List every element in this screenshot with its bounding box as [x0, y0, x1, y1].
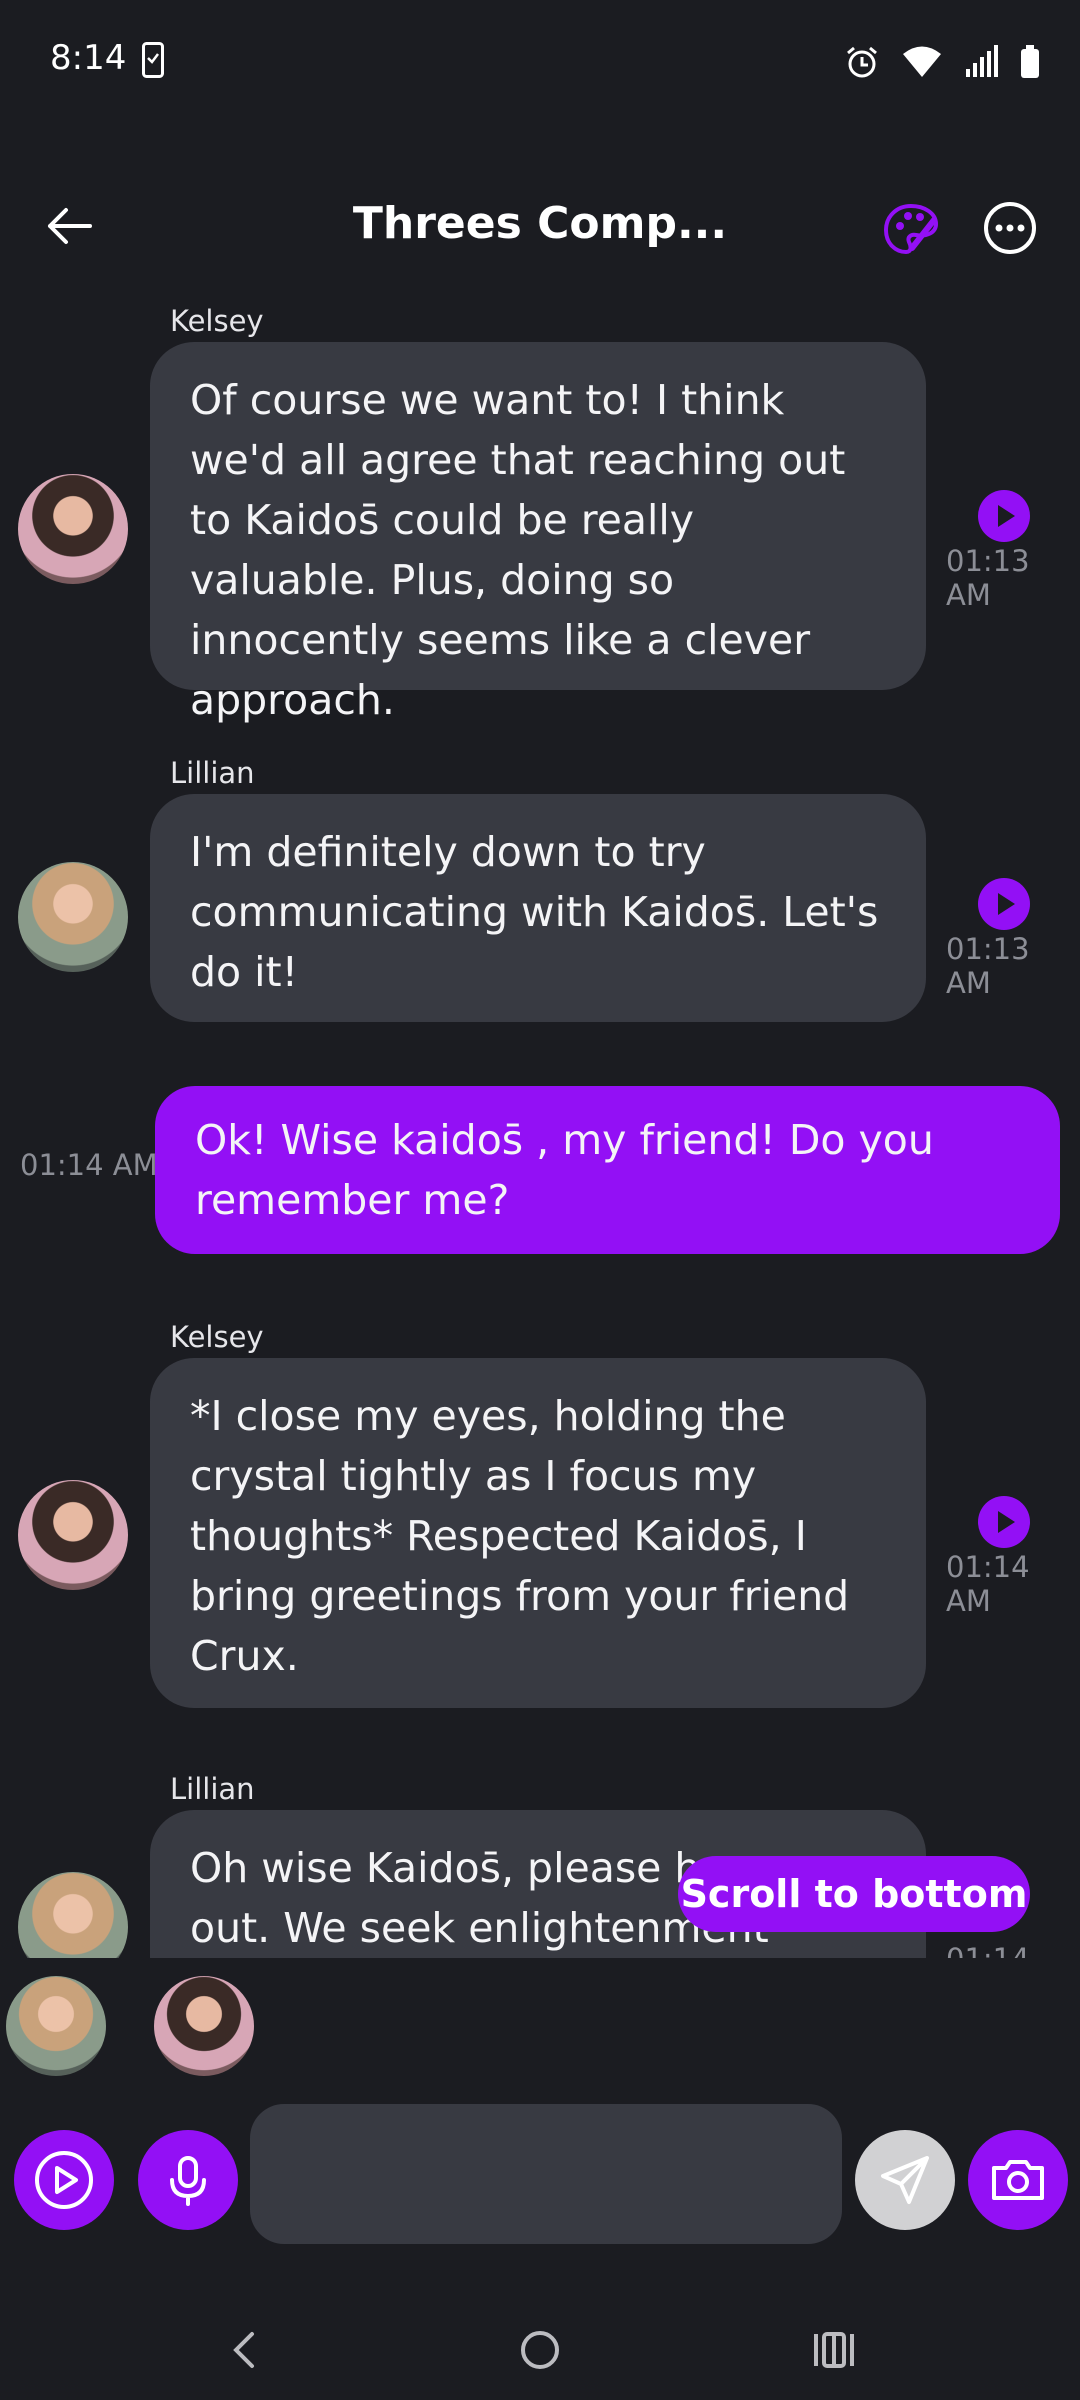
send-button[interactable]: [855, 2130, 955, 2230]
chat-header: Threes Comp...: [0, 170, 1080, 280]
message-time: 01:14 AM: [20, 1148, 158, 1182]
message-bubble-user: Ok! Wise kaidos̄ , my friend! Do you rem…: [155, 1086, 1060, 1254]
nav-home-icon[interactable]: [510, 2324, 570, 2376]
message-bubble: Of course we want to! I think we'd all a…: [150, 342, 926, 724]
sender-name: Lillian: [170, 1772, 255, 1806]
device-status-icon: [142, 42, 164, 78]
sender-name: Lillian: [170, 756, 255, 790]
message-composer: [0, 2104, 1080, 2244]
participant-avatar-kelsey[interactable]: [154, 1976, 254, 2076]
message-input[interactable]: [250, 2104, 842, 2244]
message-item-user: 01:14 AM Ok! Wise kaidos̄ , my friend! D…: [0, 1086, 1080, 1256]
camera-button[interactable]: [968, 2130, 1068, 2230]
microphone-button[interactable]: [138, 2130, 238, 2230]
sender-name: Kelsey: [170, 1320, 264, 1354]
play-audio-icon[interactable]: [978, 1496, 1030, 1548]
alarm-icon: [847, 46, 877, 78]
play-audio-icon[interactable]: [978, 878, 1030, 930]
sender-name: Kelsey: [170, 304, 264, 338]
avatar[interactable]: [18, 862, 128, 972]
participant-avatar-lillian[interactable]: [6, 1976, 106, 2076]
camera-icon: [992, 2160, 1044, 2200]
scroll-to-bottom-button[interactable]: Scroll to bottom: [678, 1856, 1030, 1932]
avatar[interactable]: [18, 474, 128, 584]
avatar[interactable]: [18, 1480, 128, 1590]
microphone-icon: [170, 2156, 206, 2206]
message-time: 01:14 AM: [946, 1550, 1030, 1618]
message-item: Kelsey Of course we want to! I think we'…: [0, 304, 1080, 724]
palette-icon[interactable]: [882, 200, 940, 258]
send-icon: [881, 2156, 929, 2204]
message-item: Kelsey *I close my eyes, holding the cry…: [0, 1320, 1080, 1720]
video-play-icon: [35, 2151, 93, 2209]
battery-icon: [1021, 45, 1039, 78]
wifi-icon: [903, 46, 941, 77]
message-list[interactable]: Kelsey Of course we want to! I think we'…: [0, 290, 1080, 1958]
nav-recents-icon[interactable]: [804, 2324, 864, 2376]
message-bubble: I'm definitely down to try communicating…: [150, 794, 926, 1022]
participants-row: [0, 1976, 1080, 2076]
status-time: 8:14: [50, 38, 127, 78]
message-time: 01:14 AM: [946, 1942, 1080, 1958]
more-options-icon[interactable]: [982, 200, 1038, 256]
message-bubble: *I close my eyes, holding the crystal ti…: [150, 1358, 926, 1708]
avatar[interactable]: [18, 1872, 128, 1958]
message-item: Lillian I'm definitely down to try commu…: [0, 756, 1080, 1036]
nav-back-icon[interactable]: [216, 2324, 276, 2376]
system-nav-bar: [0, 2300, 1080, 2400]
message-time: 01:13 AM: [946, 544, 1030, 612]
status-icons: [844, 44, 1040, 80]
message-time: 01:13 AM: [946, 932, 1030, 1000]
play-audio-icon[interactable]: [978, 490, 1030, 542]
signal-icon: [966, 45, 998, 77]
status-bar: 8:14: [0, 0, 1080, 120]
video-play-button[interactable]: [14, 2130, 114, 2230]
